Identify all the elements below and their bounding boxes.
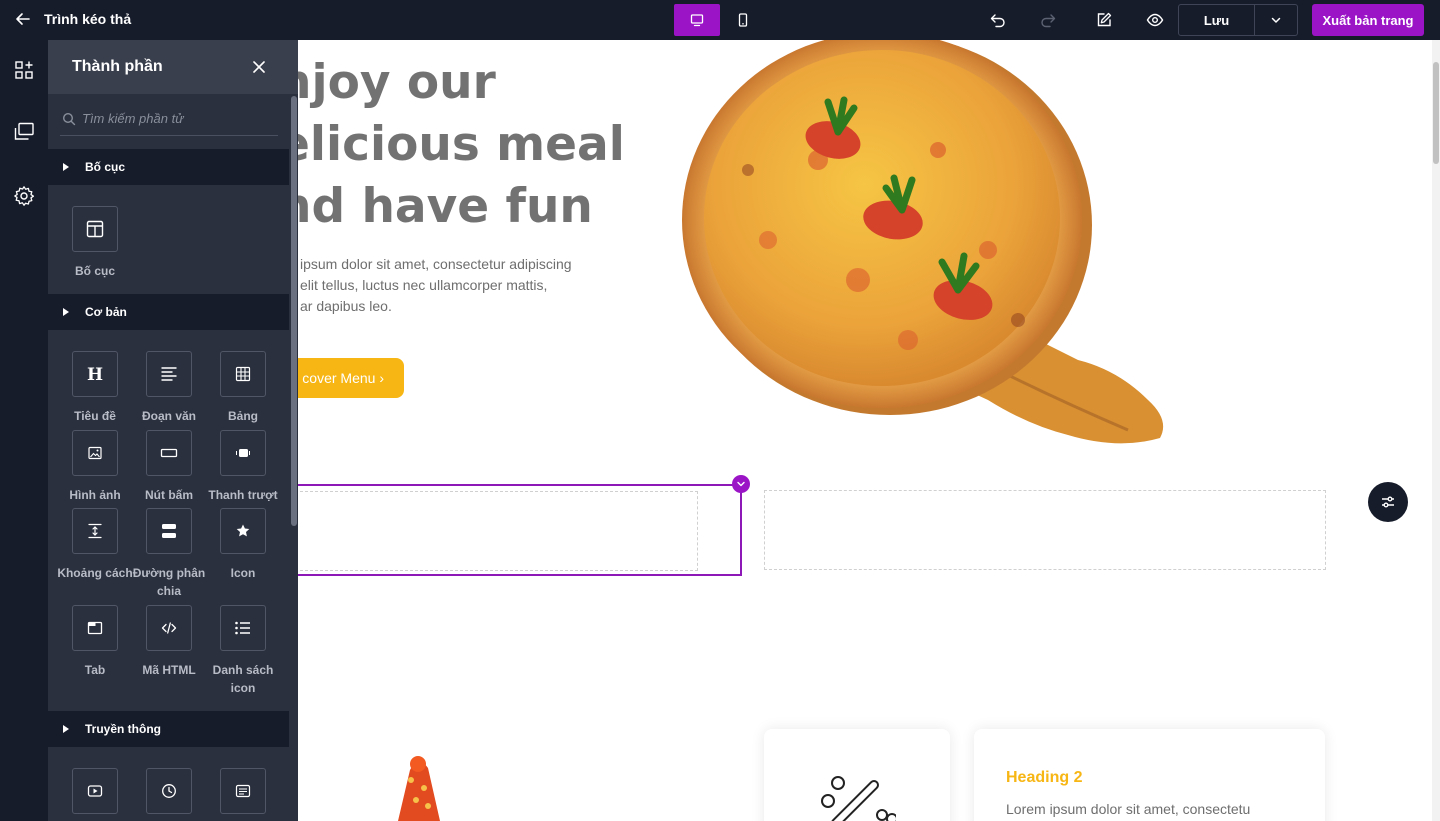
divider-icon: [146, 508, 192, 554]
panel-title: Thành phần: [72, 58, 163, 75]
feature-card[interactable]: [764, 729, 950, 821]
section-label: Truyền thông: [85, 722, 161, 736]
panel-scrollbar-thumb[interactable]: [291, 96, 297, 526]
back-arrow-icon[interactable]: [12, 8, 34, 30]
panel-scrollbar[interactable]: [290, 94, 298, 821]
card-text: Lorem ipsum dolor sit amet, consectetu: [1006, 801, 1251, 817]
star-icon: [220, 508, 266, 554]
mobile-icon: [738, 13, 748, 27]
slider-icon: [220, 430, 266, 476]
app-title: Trình kéo thả: [44, 11, 132, 27]
component-label: Danh sách icon: [212, 663, 274, 695]
image-icon: [72, 430, 118, 476]
component-label: Icon: [230, 566, 256, 580]
code-icon: [146, 605, 192, 651]
components-panel: Thành phần Bố cục Bố cục Cơ bản H Tiêu đ…: [48, 40, 298, 821]
column-handle-chevron-down-icon[interactable]: [732, 475, 750, 493]
desktop-icon: [690, 14, 704, 27]
section-layout-header[interactable]: Bố cục: [48, 149, 289, 185]
section-label: Cơ bản: [85, 305, 127, 319]
search-field: [60, 102, 278, 136]
eye-icon: [1146, 13, 1164, 27]
icon-list-icon: [220, 605, 266, 651]
spacer-icon: [72, 508, 118, 554]
dropzone-column[interactable]: [764, 490, 1326, 570]
gear-icon[interactable]: [12, 184, 36, 208]
save-button[interactable]: Lưu: [1179, 5, 1255, 35]
video-icon: [72, 768, 118, 814]
button-icon: [146, 430, 192, 476]
publish-button[interactable]: Xuất bản trang: [1312, 4, 1424, 36]
component-label: Hình ảnh: [69, 488, 121, 502]
save-button-group: Lưu: [1178, 4, 1298, 36]
pages-icon[interactable]: [12, 120, 36, 144]
text-box-icon: [220, 768, 266, 814]
caret-right-icon: [63, 163, 69, 171]
undo-icon: [990, 14, 1005, 28]
svg-text:H: H: [87, 365, 103, 383]
page-scrollbar-thumb[interactable]: [1433, 62, 1439, 164]
component-label: Bảng: [228, 409, 258, 423]
search-input[interactable]: [82, 108, 272, 128]
layout-icon: [72, 206, 118, 252]
component-label: Khoảng cách: [57, 566, 133, 580]
component-label: Đường phân chia: [132, 566, 206, 598]
component-label: Mã HTML: [142, 663, 196, 677]
paragraph-icon: [146, 351, 192, 397]
clock-icon: [146, 768, 192, 814]
undo-button[interactable]: [986, 8, 1010, 32]
chevron-down-icon: [1271, 17, 1281, 23]
dropzone-column-selected[interactable]: [298, 484, 742, 576]
section-label: Bố cục: [85, 160, 126, 174]
component-label: Tab: [84, 663, 106, 677]
edit-icon: [1097, 12, 1112, 27]
section-media-header[interactable]: Truyền thông: [48, 711, 289, 747]
rolling-pin-icon: [821, 776, 896, 821]
top-toolbar: Trình kéo thả Lưu Xuất bản trang: [0, 0, 1440, 40]
close-icon[interactable]: [250, 58, 268, 76]
component-label: Thanh trượt: [208, 488, 278, 502]
redo-icon: [1041, 14, 1056, 28]
left-rail: [0, 40, 48, 821]
component-label: Nút bấm: [145, 488, 193, 502]
table-icon: [220, 351, 266, 397]
search-icon: [62, 112, 76, 126]
card-heading: Heading 2: [1006, 769, 1083, 786]
page-scrollbar[interactable]: [1432, 40, 1440, 821]
component-label: Đoạn văn: [141, 409, 196, 423]
redo-button[interactable]: [1036, 8, 1060, 32]
caret-right-icon: [63, 308, 69, 316]
components-icon[interactable]: [12, 58, 36, 82]
section-basic-header[interactable]: Cơ bản: [48, 294, 289, 330]
component-label: Tiêu đề: [74, 409, 116, 423]
pizza-image[interactable]: [298, 40, 1178, 460]
preview-button[interactable]: [1143, 8, 1167, 32]
caret-right-icon: [63, 725, 69, 733]
dropzone-inner[interactable]: [298, 491, 698, 571]
food-image[interactable]: [378, 750, 468, 821]
sliders-settings-icon[interactable]: [1368, 482, 1408, 522]
save-options-dropdown[interactable]: [1255, 5, 1297, 35]
feature-card[interactable]: Heading 2 Lorem ipsum dolor sit amet, co…: [974, 729, 1325, 821]
tab-icon: [72, 605, 118, 651]
page-canvas: njoy our elicious meal nd have fun ipsum…: [298, 40, 1432, 821]
desktop-view-button[interactable]: [674, 4, 720, 36]
component-label: Bố cục: [74, 264, 115, 278]
panel-header: Thành phần: [48, 40, 298, 94]
heading-icon: H: [72, 351, 118, 397]
mobile-view-button[interactable]: [720, 4, 766, 36]
edit-button[interactable]: [1092, 8, 1116, 32]
